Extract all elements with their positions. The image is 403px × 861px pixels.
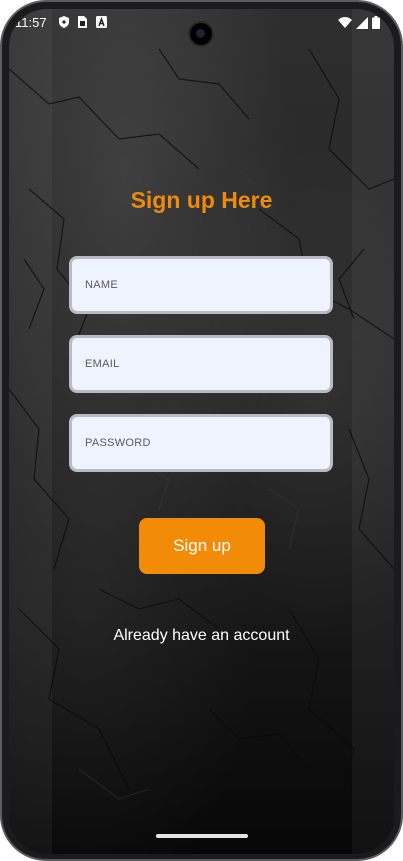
sim-card-icon: [78, 16, 87, 28]
signal-icon: [356, 16, 368, 29]
status-time: 11:57: [15, 15, 47, 30]
already-have-account-link[interactable]: Already have an account: [9, 627, 394, 645]
background-strip-right: [352, 9, 394, 854]
email-field[interactable]: [69, 335, 333, 393]
status-icons-right: [338, 16, 380, 29]
battery-icon: [372, 16, 380, 29]
shield-icon: [59, 16, 69, 28]
status-icons-left: [59, 16, 107, 28]
sign-up-button[interactable]: Sign up: [139, 518, 265, 574]
home-indicator-bar[interactable]: [156, 834, 248, 838]
background-strip-left: [9, 9, 52, 854]
password-input[interactable]: [72, 417, 330, 469]
email-input[interactable]: [72, 338, 330, 390]
front-camera: [190, 23, 212, 45]
page-title: Sign up Here: [130, 187, 273, 213]
keyboard-a-icon: [96, 16, 107, 28]
password-field[interactable]: [69, 414, 333, 472]
name-input[interactable]: [72, 259, 330, 311]
app-screen: 11:57 Sign up Here NAME EMAIL Sign up Al…: [9, 9, 394, 854]
name-field[interactable]: [69, 256, 333, 314]
phone-frame: 11:57 Sign up Here NAME EMAIL Sign up Al…: [0, 0, 403, 861]
wifi-icon: [338, 17, 352, 28]
